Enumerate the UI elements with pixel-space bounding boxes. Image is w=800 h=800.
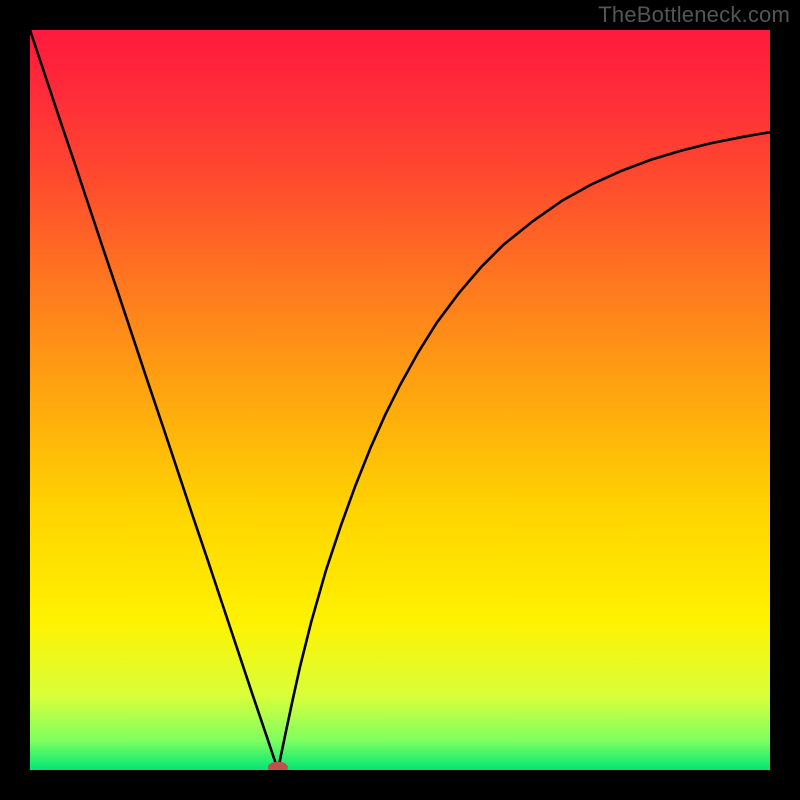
watermark-label: TheBottleneck.com <box>598 2 790 28</box>
chart-svg <box>30 30 770 770</box>
chart-frame: TheBottleneck.com <box>0 0 800 800</box>
plot-area <box>30 30 770 770</box>
gradient-background <box>30 30 770 770</box>
